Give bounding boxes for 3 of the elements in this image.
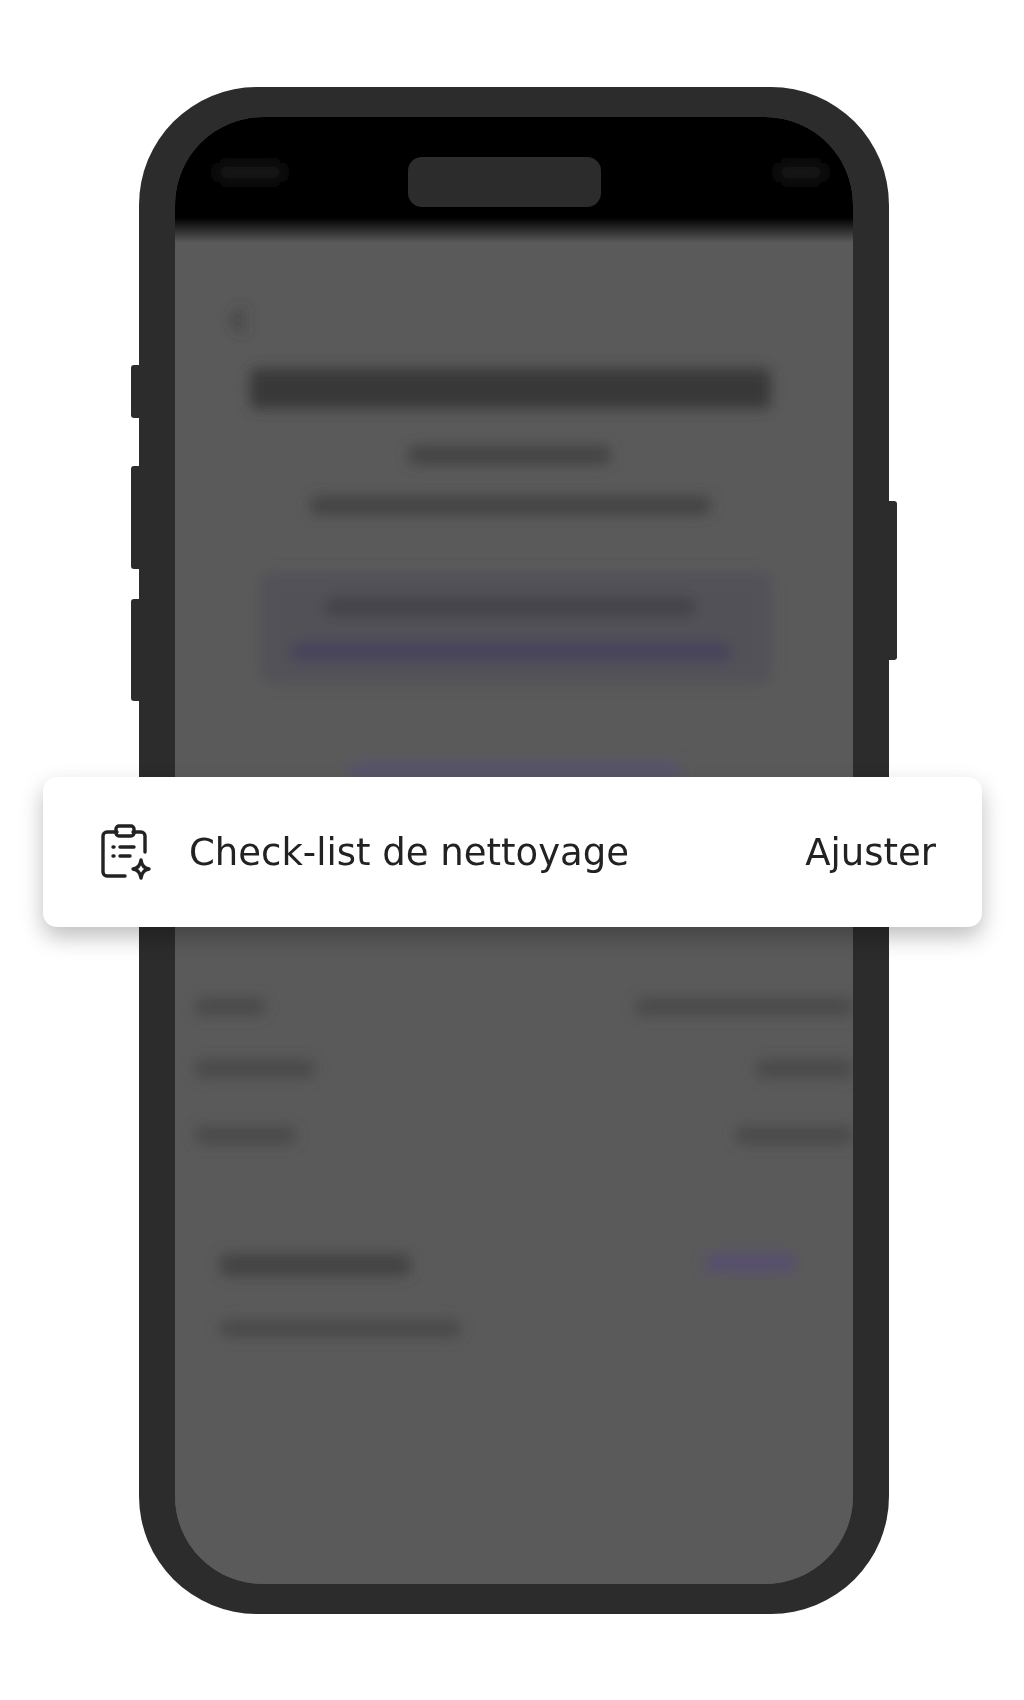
adjust-link[interactable]: Ajuster <box>805 830 936 874</box>
card-title: Check-list de nettoyage <box>189 830 630 874</box>
checklist-toast[interactable]: Check-list de nettoyage Ajuster <box>43 777 982 927</box>
